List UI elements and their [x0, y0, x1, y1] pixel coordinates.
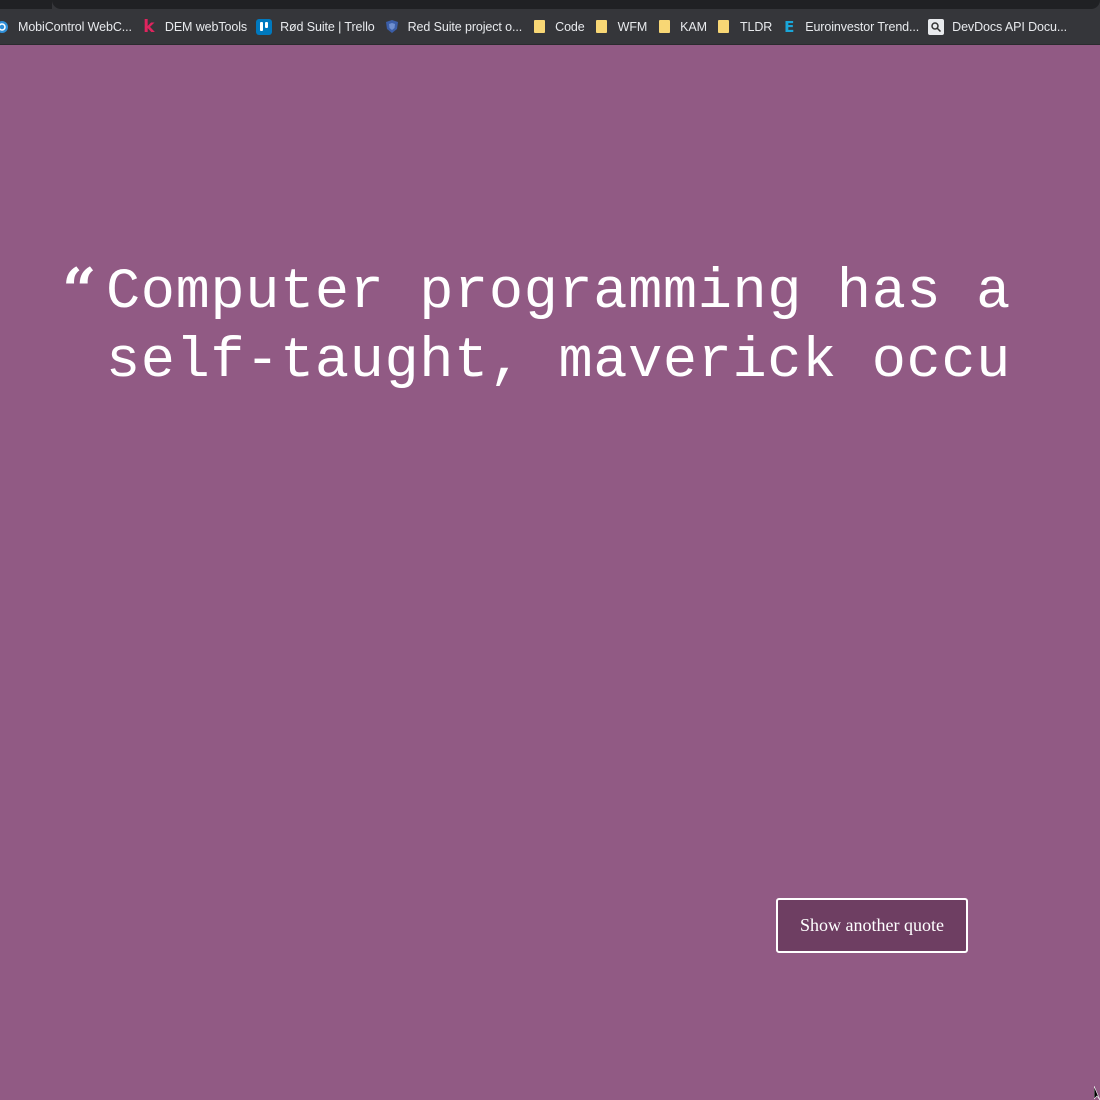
bookmarks-bar: MobiControl WebC... k DEM webTools Rød S… — [0, 9, 1100, 45]
folder-icon — [531, 19, 547, 35]
bookmark-mobicontrol[interactable]: MobiControl WebC... — [0, 13, 141, 41]
folder-icon — [656, 19, 672, 35]
bookmark-label: Euroinvestor Trend... — [805, 19, 920, 34]
e-logo-icon: E — [784, 17, 795, 36]
bookmark-label: Rød Suite | Trello — [280, 19, 375, 34]
address-bar[interactable] — [52, 0, 1100, 9]
quote-line-2: self-taught, maverick occu — [106, 330, 1011, 394]
active-tab[interactable] — [0, 0, 52, 9]
mouse-cursor-icon — [1094, 1086, 1100, 1100]
quote-container: “ Computer programming has a self-taught… — [0, 46, 1100, 1100]
show-another-quote-button[interactable]: Show another quote — [776, 898, 968, 953]
bookmark-label: WFM — [617, 19, 648, 34]
bookmark-devdocs[interactable]: DevDocs API Docu... — [928, 13, 1076, 41]
bookmark-trello[interactable]: Rød Suite | Trello — [256, 13, 384, 41]
bookmark-label: MobiControl WebC... — [18, 19, 132, 34]
quote-text: Computer programming has a self-taught, … — [106, 259, 1011, 397]
devdocs-icon — [928, 18, 945, 35]
bookmark-dem-webtools[interactable]: k DEM webTools — [141, 13, 256, 41]
shield-icon — [384, 19, 400, 35]
k-logo-icon: k — [143, 16, 155, 37]
mobicontrol-icon — [0, 19, 10, 35]
bookmark-code[interactable]: Code — [531, 13, 593, 41]
bookmark-label: KAM — [680, 19, 707, 34]
bookmark-label: TLDR — [739, 19, 773, 34]
quote-line-1: Computer programming has a — [106, 261, 1011, 325]
browser-tab-strip — [0, 0, 1100, 9]
bookmark-red-suite-project[interactable]: Red Suite project o... — [384, 13, 532, 41]
bookmark-label: DEM webTools — [164, 19, 248, 34]
bookmark-label: DevDocs API Docu... — [952, 19, 1067, 34]
bookmark-euroinvestor[interactable]: E Euroinvestor Trend... — [781, 13, 928, 41]
bookmark-label: Red Suite project o... — [407, 19, 523, 34]
trello-icon — [256, 18, 273, 35]
bookmark-label: Code — [555, 19, 585, 34]
bookmark-tldr[interactable]: TLDR — [716, 13, 781, 41]
quote-mark-icon: “ — [62, 256, 97, 326]
bookmark-wfm[interactable]: WFM — [594, 13, 657, 41]
folder-icon — [716, 19, 732, 35]
folder-icon — [594, 19, 610, 35]
bookmark-kam[interactable]: KAM — [656, 13, 716, 41]
